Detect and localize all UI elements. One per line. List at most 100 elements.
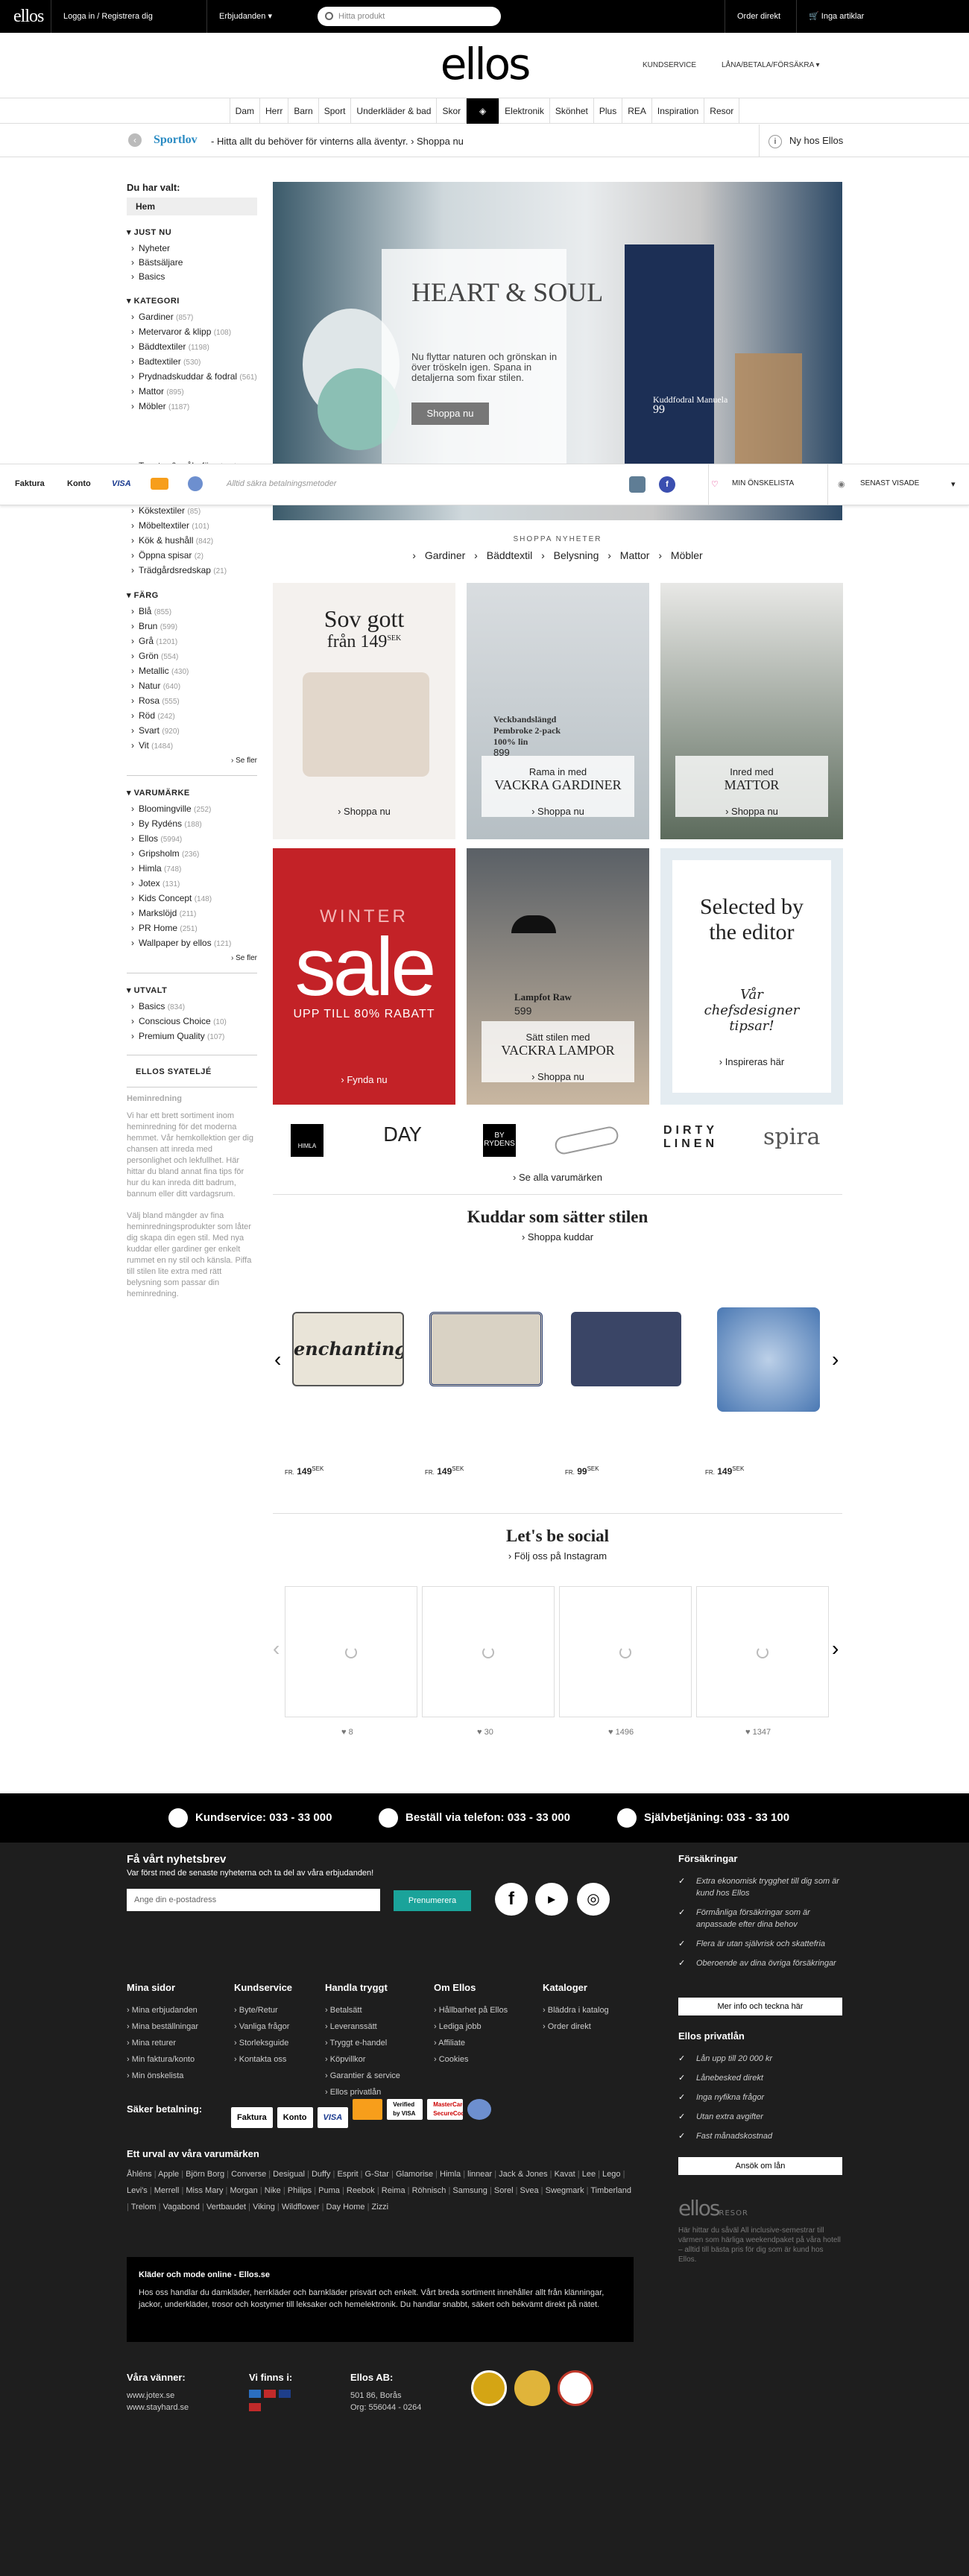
tile-sale-link[interactable]: › Fynda nu (273, 1074, 455, 1085)
footer-link[interactable]: Order direkt (543, 2018, 609, 2035)
nav-skonhet[interactable]: Skönhet (549, 98, 593, 124)
filter-item[interactable]: Natur (640) (127, 679, 257, 694)
nav-skor[interactable]: Skor (436, 98, 466, 124)
brand-oval-logo[interactable] (553, 1125, 620, 1156)
subscribe-button[interactable]: Prenumerera (394, 1890, 471, 1911)
filter-item[interactable]: Möbler (1187) (127, 400, 257, 414)
brand-link[interactable]: Levi's (127, 2186, 148, 2195)
instagram-post[interactable] (285, 1586, 417, 1717)
tile-rugs[interactable]: Inred med MATTOR › Shoppa nu (660, 583, 843, 839)
nav-elektronik[interactable]: Elektronik (499, 98, 549, 124)
footer-link[interactable]: Storleksguide (234, 2035, 292, 2051)
nav-barn[interactable]: Barn (288, 98, 318, 124)
carousel-prev-icon[interactable]: ‹ (274, 1348, 281, 1371)
footer-link[interactable]: Mina beställningar (127, 2018, 198, 2035)
carousel-prev-icon[interactable]: ‹ (273, 1637, 280, 1661)
carousel-next-icon[interactable]: › (832, 1637, 839, 1661)
cushion-4-image[interactable] (717, 1307, 820, 1412)
filter-item[interactable]: Kökstextiler (85) (127, 504, 257, 519)
tile-curtains[interactable]: Veckbandslängd Pembroke 2-pack 100% lin … (467, 583, 649, 839)
all-brands-link[interactable]: › Se alla varumärken (273, 1172, 842, 1183)
filter-item[interactable]: Himla (748) (127, 862, 257, 877)
footer-link[interactable]: Bläddra i katalog (543, 2002, 609, 2018)
tile-sale[interactable]: WINTER sale UPP TILL 80% RABATT › Fynda … (273, 848, 455, 1105)
filter-item[interactable]: Grön (554) (127, 649, 257, 664)
filter-item[interactable]: Markslöjd (211) (127, 906, 257, 921)
nav-inspiration[interactable]: Inspiration (651, 98, 704, 124)
recent-link[interactable]: SENAST VISADE (860, 479, 919, 487)
footer-link[interactable]: Cookies (434, 2051, 508, 2068)
filter-item[interactable]: Basics (127, 270, 257, 284)
footer-link[interactable]: Vanliga frågor (234, 2018, 292, 2035)
filter-item[interactable]: Svart (920) (127, 724, 257, 739)
brand-link[interactable]: Kavat (555, 2170, 575, 2179)
filter-item[interactable]: Bäddtextiler (1198) (127, 340, 257, 355)
brand-link[interactable]: Glamorise (396, 2170, 433, 2179)
cart-button[interactable]: 🛒 Inga artiklar (796, 0, 969, 33)
filter-item[interactable]: Öppna spisar (2) (127, 549, 257, 564)
footer-link[interactable]: Byte/Retur (234, 2002, 292, 2018)
brand-day[interactable]: DAY (383, 1124, 421, 1146)
filter-item[interactable]: Gardiner (857) (127, 310, 257, 325)
footer-link[interactable]: Min önskelista (127, 2068, 198, 2084)
brand-link[interactable]: Svea (520, 2186, 539, 2195)
filter-item[interactable]: Gripsholm (236) (127, 847, 257, 862)
tile-bedding-link[interactable]: › Shoppa nu (273, 806, 455, 817)
filter-item[interactable]: Rosa (555) (127, 694, 257, 709)
brand-link[interactable]: Converse (231, 2170, 266, 2179)
topbar-logo[interactable]: ellos (13, 7, 44, 27)
brand-link[interactable]: Day Home (326, 2203, 365, 2212)
cushion-3-image[interactable] (571, 1312, 681, 1386)
brand-link[interactable]: Merrell (154, 2186, 180, 2195)
brand-link[interactable]: Puma (318, 2186, 340, 2195)
login-link[interactable]: Logga in / Registrera dig (51, 0, 165, 33)
filter-item[interactable]: Brun (599) (127, 619, 257, 634)
footer-link[interactable]: Ellos privatlån (325, 2084, 400, 2100)
new-customer-link[interactable]: i Ny hos Ellos (759, 124, 843, 157)
filter-item[interactable]: Grå (1201) (127, 634, 257, 649)
filter-item[interactable]: Wallpaper by ellos (121) (127, 936, 257, 951)
chevron-left-icon[interactable]: ‹ (128, 133, 142, 147)
carousel-next-icon[interactable]: › (832, 1348, 839, 1371)
footer-link[interactable]: Affiliate (434, 2035, 508, 2051)
footer-link[interactable]: Betalsätt (325, 2002, 400, 2018)
filter-item[interactable]: Badtextiler (530) (127, 355, 257, 370)
tile-editor[interactable]: Selected by the editor Vår chefsdesigner… (660, 848, 843, 1105)
brand-spira[interactable]: spira (763, 1124, 820, 1150)
brand-dirtylinen[interactable]: DIRTY LINEN (663, 1124, 738, 1151)
cushion-2-image[interactable] (429, 1312, 543, 1386)
brand-link[interactable]: Viking (253, 2203, 275, 2212)
nav-underklader[interactable]: Underkläder & bad (350, 98, 436, 124)
brand-link[interactable]: Himla (440, 2170, 461, 2179)
kategori-heading[interactable]: ▾ KATEGORI (127, 296, 257, 306)
footer-link[interactable]: Mina erbjudanden (127, 2002, 198, 2018)
tile-lamps-link[interactable]: › Shoppa nu (467, 1071, 649, 1082)
nav-home-active[interactable]: ◈ (466, 98, 499, 124)
brand-link[interactable]: Vertbaudet (206, 2203, 246, 2212)
cushion-1-image[interactable]: enchanting (292, 1312, 404, 1386)
just-nu-heading[interactable]: ▾ JUST NU (127, 227, 257, 237)
search-input[interactable]: Hitta produkt (318, 7, 501, 26)
more-colors-link[interactable]: › Se fler (127, 757, 257, 765)
brand-link[interactable]: Jack & Jones (499, 2170, 547, 2179)
footer-link[interactable]: Tryggt e-handel (325, 2035, 400, 2051)
urval-heading[interactable]: ▾ UTVALT (127, 985, 257, 995)
filter-item[interactable]: Kids Concept (148) (127, 891, 257, 906)
footer-link[interactable]: Kontakta oss (234, 2051, 292, 2068)
brand-link[interactable]: Miss Mary (186, 2186, 223, 2195)
filter-item[interactable]: Premium Quality (107) (127, 1029, 257, 1044)
order-direct-link[interactable]: Order direkt (725, 0, 792, 33)
footer-link[interactable]: Köpvillkor (325, 2051, 400, 2068)
farg-heading[interactable]: ▾ FÄRG (127, 590, 257, 600)
filter-item[interactable]: Jotex (131) (127, 877, 257, 891)
brand-link[interactable]: Wildflower (282, 2203, 320, 2212)
nav-resor[interactable]: Resor (704, 98, 740, 124)
syatelje-link[interactable]: ELLOS SYATELJÉ (136, 1067, 257, 1076)
filter-item[interactable]: Blå (855) (127, 604, 257, 619)
brand-link[interactable]: Zizzi (372, 2203, 389, 2212)
varumarke-heading[interactable]: ▾ VARUMÄRKE (127, 788, 257, 798)
brand-link[interactable]: Swegmark (546, 2186, 584, 2195)
email-field[interactable]: Ange din e-postadress (127, 1889, 380, 1911)
brand-link[interactable]: Åhléns (127, 2170, 152, 2179)
filter-item[interactable]: Nyheter (127, 242, 257, 256)
